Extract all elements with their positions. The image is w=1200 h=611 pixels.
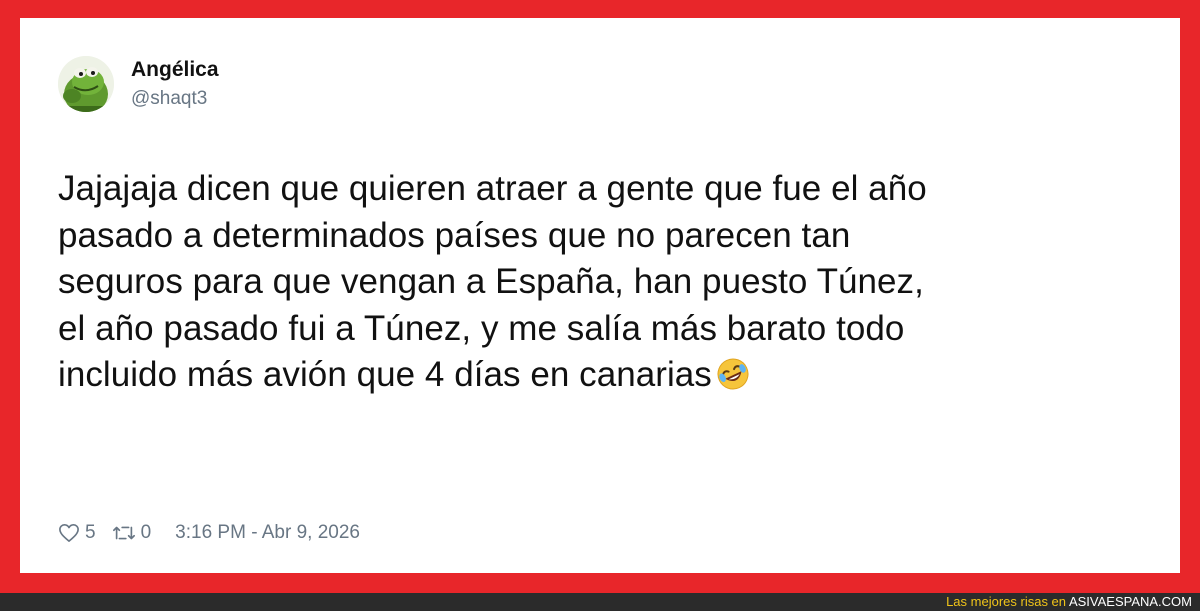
like-count: 5 xyxy=(85,522,96,543)
retweet-count: 0 xyxy=(140,522,152,543)
display-name[interactable]: Angélica xyxy=(131,58,219,82)
tweet-text-line: el año pasado fui a Túnez, y me salía má… xyxy=(58,308,905,348)
tweet-text-line: incluido más avión que 4 días en canaria… xyxy=(58,352,1138,404)
watermark-site: ASIVAESPANA.COM xyxy=(1068,594,1192,609)
tweet-text: Jajajaja dicen que quieren atraer a gent… xyxy=(58,166,1138,404)
tweet-card: Angélica @shaqt3 Jajajaja dicen que quie… xyxy=(20,18,1180,573)
user-handle[interactable]: @shaqt3 xyxy=(131,88,207,110)
kermit-avatar-icon xyxy=(58,56,114,112)
rolling-on-floor-laughing-icon xyxy=(716,357,750,404)
tweet-footer: 5 0 3:16 PM - Abr 9, 2026 xyxy=(58,518,360,548)
tweet-text-line: Jajajaja dicen que quieren atraer a gent… xyxy=(58,169,927,208)
red-frame: Angélica @shaqt3 Jajajaja dicen que quie… xyxy=(0,0,1200,593)
heart-icon xyxy=(59,524,79,542)
tweet-text-line: seguros para que vengan a España, han pu… xyxy=(58,262,924,301)
tweet-text-line: pasado a determinados países que no pare… xyxy=(58,215,851,255)
watermark-bar: Las mejores risas en ASIVAESPANA.COM xyxy=(0,593,1200,611)
like-button[interactable]: 5 xyxy=(58,522,96,544)
watermark-prefix: Las mejores risas en xyxy=(946,594,1067,609)
avatar[interactable] xyxy=(58,56,114,112)
tweet-text-line-text: incluido más avión que 4 días en canaria… xyxy=(58,355,712,394)
retweet-button[interactable]: 0 xyxy=(112,522,152,544)
watermark-credit[interactable]: Las mejores risas en ASIVAESPANA.COM xyxy=(946,593,1192,611)
retweet-icon xyxy=(112,526,135,540)
tweet-timestamp[interactable]: 3:16 PM - Abr 9, 2026 xyxy=(175,522,360,544)
